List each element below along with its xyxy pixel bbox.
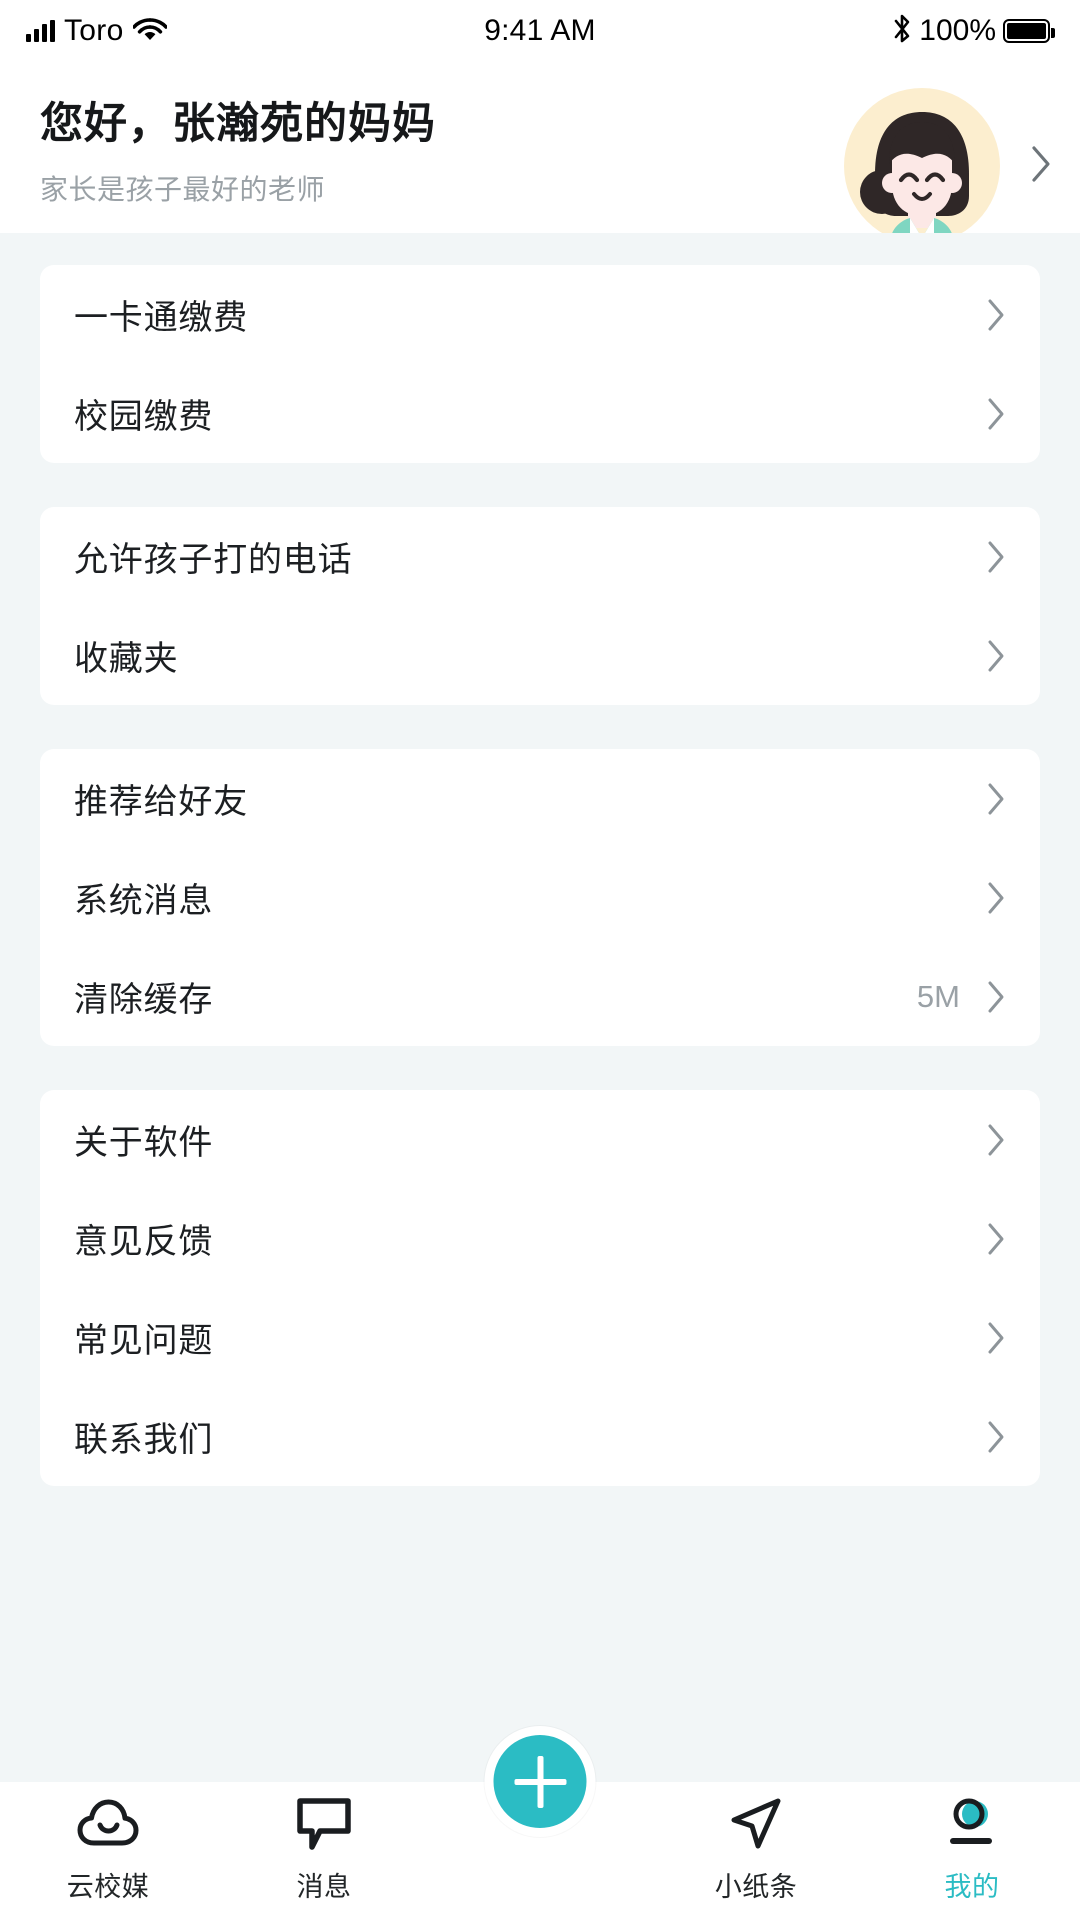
tab-notes[interactable]: 小纸条 <box>648 1796 864 1904</box>
list-item[interactable]: 关于软件 <box>40 1090 1040 1189</box>
list-item-label: 允许孩子打的电话 <box>74 541 353 579</box>
add-button[interactable] <box>484 1726 596 1837</box>
list-item-label: 校园缴费 <box>74 398 214 436</box>
list-item-label: 常见问题 <box>74 1322 214 1360</box>
list-item-label: 意见反馈 <box>74 1223 214 1261</box>
status-bar: Toro 9:41 AM 100% <box>0 0 1080 62</box>
chevron-right-icon <box>986 297 1006 333</box>
status-bar-right: 100% <box>892 13 1055 50</box>
profile-header[interactable]: 您好，张瀚苑的妈妈 家长是孩子最好的老师 <box>0 62 1080 244</box>
list-item-label: 清除缓存 <box>74 981 214 1019</box>
chevron-right-icon <box>986 1320 1006 1356</box>
chevron-right-icon <box>986 638 1006 674</box>
settings-card: 一卡通缴费 校园缴费 <box>40 265 1040 463</box>
chevron-right-icon <box>986 1419 1006 1455</box>
chevron-right-icon <box>986 781 1006 817</box>
settings-card: 允许孩子打的电话 收藏夹 <box>40 507 1040 705</box>
plus-icon <box>514 1755 566 1808</box>
battery-icon <box>1003 19 1055 43</box>
list-item-label: 联系我们 <box>74 1421 214 1459</box>
list-item-label: 收藏夹 <box>74 640 179 678</box>
chevron-right-icon[interactable] <box>1030 144 1052 189</box>
list-item-label: 关于软件 <box>74 1124 214 1162</box>
tab-messages[interactable]: 消息 <box>216 1796 432 1904</box>
list-item[interactable]: 收藏夹 <box>40 606 1040 705</box>
cloud-icon <box>77 1796 139 1852</box>
chevron-right-icon <box>986 979 1006 1015</box>
list-item[interactable]: 允许孩子打的电话 <box>40 507 1040 606</box>
list-item-label: 推荐给好友 <box>74 783 248 821</box>
page-subtitle: 家长是孩子最好的老师 <box>40 173 326 205</box>
bluetooth-icon <box>892 13 912 50</box>
tab-label: 我的 <box>944 1872 1000 1902</box>
tab-label: 小纸条 <box>714 1872 798 1902</box>
status-bar-left: Toro <box>26 14 168 48</box>
settings-card: 关于软件意见反馈常见问题联系我们 <box>40 1090 1040 1486</box>
paper-plane-icon <box>727 1796 785 1852</box>
settings-list[interactable]: 一卡通缴费校园缴费允许孩子打的电话 收藏夹推荐给好友系统消息清除缓存 5M 关于软件意… <box>0 233 1080 1920</box>
avatar[interactable] <box>844 88 1000 244</box>
message-bubble-icon <box>296 1796 352 1852</box>
list-item[interactable]: 校园缴费 <box>40 364 1040 463</box>
list-item[interactable]: 系统消息 <box>40 848 1040 947</box>
carrier-label: Toro <box>64 14 124 47</box>
bottom-tab-bar[interactable]: 云校媒 消息 小纸条 我的 <box>0 1726 1080 1920</box>
chevron-right-icon <box>986 539 1006 575</box>
tab-label: 消息 <box>296 1872 352 1902</box>
page-title: 您好，张瀚苑的妈妈 <box>40 100 436 148</box>
chevron-right-icon <box>986 880 1006 916</box>
profile-icon <box>943 1796 1001 1852</box>
chevron-right-icon <box>986 396 1006 432</box>
chevron-right-icon <box>986 1221 1006 1257</box>
list-item[interactable]: 一卡通缴费 <box>40 265 1040 364</box>
list-item[interactable]: 意见反馈 <box>40 1189 1040 1288</box>
tab-yunxiaomei[interactable]: 云校媒 <box>0 1796 216 1904</box>
list-item[interactable]: 常见问题 <box>40 1288 1040 1387</box>
avatar-group[interactable] <box>844 84 1052 244</box>
list-item[interactable]: 清除缓存 5M <box>40 947 1040 1046</box>
chevron-right-icon <box>986 1122 1006 1158</box>
list-item-label: 一卡通缴费 <box>74 299 248 337</box>
list-item[interactable]: 推荐给好友 <box>40 749 1040 848</box>
cellular-signal-icon <box>26 20 55 42</box>
tab-profile[interactable]: 我的 <box>864 1796 1080 1904</box>
battery-percent-label: 100% <box>919 14 996 47</box>
list-item[interactable]: 联系我们 <box>40 1387 1040 1486</box>
settings-card: 推荐给好友系统消息清除缓存 5M <box>40 749 1040 1046</box>
greeting-block: 您好，张瀚苑的妈妈 家长是孩子最好的老师 <box>40 84 844 208</box>
tab-label: 云校媒 <box>66 1872 150 1902</box>
list-item-label: 系统消息 <box>74 882 214 920</box>
wifi-icon <box>131 16 168 47</box>
list-item-value: 5M <box>916 978 960 1014</box>
